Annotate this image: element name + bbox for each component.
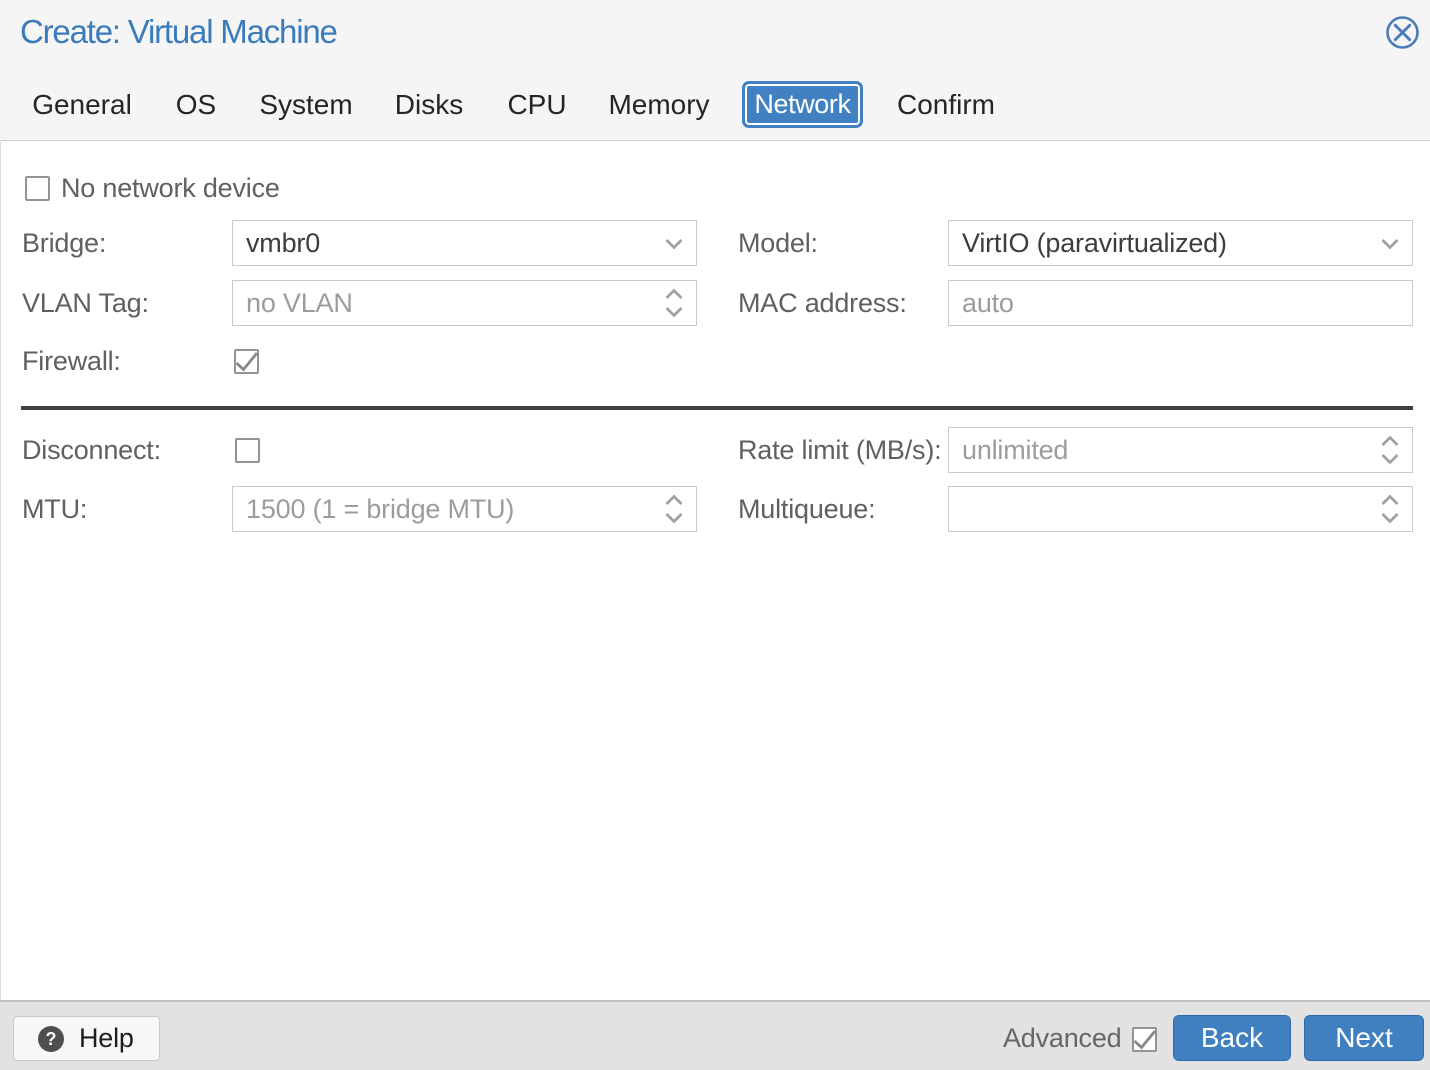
svg-text:?: ? <box>46 1029 57 1049</box>
